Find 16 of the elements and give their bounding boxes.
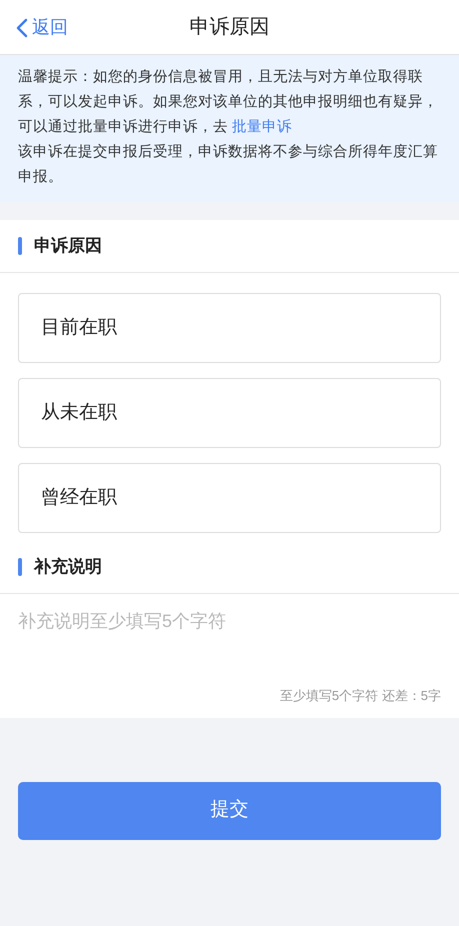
back-button[interactable]: 返回 — [16, 14, 68, 41]
reason-option[interactable]: 目前在职 — [18, 293, 441, 363]
section-title: 补充说明 — [34, 556, 102, 578]
remark-field[interactable]: 补充说明至少填写5个字符 — [0, 594, 459, 682]
section-marker-icon — [18, 558, 22, 576]
section-title: 申诉原因 — [34, 235, 102, 258]
reason-option[interactable]: 从未在职 — [18, 378, 441, 448]
reason-option[interactable]: 曾经在职 — [18, 463, 441, 533]
batch-appeal-link[interactable]: 批量申诉 — [232, 119, 292, 135]
back-chevron-icon — [16, 18, 28, 38]
section-marker-icon — [18, 237, 22, 255]
submit-button[interactable]: 提交 — [18, 782, 441, 840]
notice-text: 温馨提示：如您的身份信息被冒用，且无法与对方单位取得联系，可以发起申诉。如果您对该单位的其他申报明细也有疑异，可以通过批量申诉进行申诉，去 批量申诉 — [18, 68, 439, 137]
character-counter: 至少填写5个字符 还差：5字 — [280, 687, 441, 705]
notice-note: 该申诉在提交申报后受理，申诉数据将不参与综合所得年度汇算申报。 — [18, 142, 439, 187]
page-title: 申诉原因 — [190, 15, 270, 40]
